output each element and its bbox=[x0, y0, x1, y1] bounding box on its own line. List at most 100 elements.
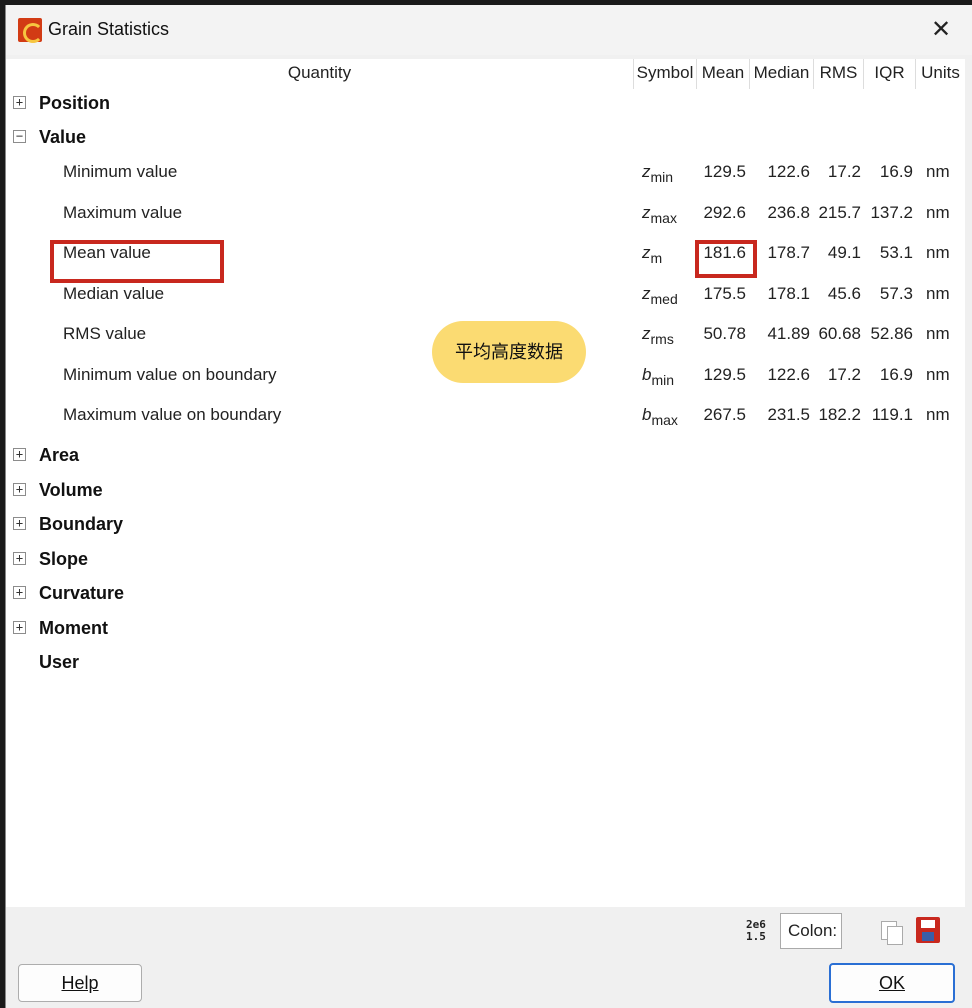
tree-group-label: User bbox=[39, 652, 80, 672]
tree-group-user[interactable]: User bbox=[6, 647, 965, 677]
rms-value: 17.2 bbox=[827, 162, 861, 181]
column-header-iqr[interactable]: IQR bbox=[864, 59, 916, 89]
quantity-name: Minimum value bbox=[63, 162, 178, 181]
statistics-tree[interactable]: Quantity Symbol Mean Median RMS IQR Unit… bbox=[6, 59, 965, 907]
tree-group-curvature[interactable]: + Curvature bbox=[6, 578, 965, 608]
tree-group-position[interactable]: + Position bbox=[6, 88, 965, 118]
rms-value: 215.7 bbox=[818, 203, 861, 222]
table-row[interactable]: RMS value zrms 50.78 41.89 60.68 52.86 nm bbox=[6, 322, 965, 356]
tree-group-volume[interactable]: + Volume bbox=[6, 475, 965, 505]
table-row[interactable]: Maximum value on boundary bmax 267.5 231.5 1… bbox=[6, 403, 965, 437]
iqr-value: 53.1 bbox=[879, 243, 913, 262]
column-header-quantity[interactable]: Quantity bbox=[6, 59, 634, 89]
tree-group-label: Position bbox=[39, 93, 110, 113]
save-icon[interactable] bbox=[916, 917, 940, 943]
rms-value: 182.2 bbox=[818, 405, 861, 424]
rms-value: 17.2 bbox=[827, 365, 861, 384]
median-value: 41.89 bbox=[767, 324, 810, 343]
column-header-units[interactable]: Units bbox=[916, 59, 965, 89]
expand-icon[interactable]: + bbox=[13, 552, 26, 565]
table-row[interactable]: Median value zmed 175.5 178.1 45.6 57.3 nm bbox=[6, 282, 965, 316]
tree-group-boundary[interactable]: + Boundary bbox=[6, 509, 965, 539]
tree-group-area[interactable]: + Area bbox=[6, 440, 965, 470]
units-value: nm bbox=[926, 284, 950, 303]
expand-icon[interactable]: + bbox=[13, 621, 26, 634]
window-title: Grain Statistics bbox=[48, 19, 170, 39]
units-value: nm bbox=[926, 324, 950, 343]
rms-value: 45.6 bbox=[827, 284, 861, 303]
symbol-subscript: min bbox=[650, 169, 674, 185]
table-row[interactable]: Minimum value zmin 129.5 122.6 17.2 16.9 nm bbox=[6, 160, 965, 194]
grain-statistics-dialog: Grain Statistics ✕ Quantity Symbol Mean … bbox=[5, 5, 972, 1008]
help-button[interactable]: Help bbox=[18, 964, 142, 1002]
expand-icon[interactable]: + bbox=[13, 586, 26, 599]
symbol: zm bbox=[642, 243, 663, 266]
symbol: zmax bbox=[642, 203, 677, 226]
highlight-box-mean-number bbox=[695, 240, 757, 278]
symbol-base: z bbox=[642, 284, 651, 303]
symbol-base: z bbox=[642, 162, 651, 181]
units-value: nm bbox=[926, 203, 950, 222]
tree-group-label: Value bbox=[39, 127, 87, 147]
tree-group-label: Volume bbox=[39, 480, 103, 500]
symbol-base: z bbox=[642, 243, 651, 262]
column-header-symbol[interactable]: Symbol bbox=[634, 59, 697, 89]
symbol-subscript: max bbox=[651, 412, 678, 428]
symbol: bmin bbox=[642, 365, 675, 388]
quantity-name: Median value bbox=[63, 284, 165, 303]
column-header-median[interactable]: Median bbox=[750, 59, 814, 89]
rms-value: 60.68 bbox=[818, 324, 861, 343]
quantity-name: Minimum value on boundary bbox=[63, 365, 277, 384]
table-row[interactable]: Minimum value on boundary bmin 129.5 122.6 1… bbox=[6, 363, 965, 397]
units-value: nm bbox=[926, 365, 950, 384]
expand-icon[interactable]: + bbox=[13, 448, 26, 461]
app-icon bbox=[18, 18, 43, 43]
tree-group-label: Moment bbox=[39, 618, 108, 638]
tree-group-moment[interactable]: + Moment bbox=[6, 613, 965, 643]
expand-icon[interactable]: + bbox=[13, 517, 26, 530]
tree-group-label: Area bbox=[39, 445, 80, 465]
copy-icon[interactable] bbox=[879, 919, 903, 945]
help-button-label: Help bbox=[61, 973, 99, 993]
symbol-base: z bbox=[642, 203, 651, 222]
number-format-icon-line: 1.5 bbox=[746, 930, 766, 943]
tree-group-slope[interactable]: + Slope bbox=[6, 544, 965, 574]
units-value: nm bbox=[926, 405, 950, 424]
collapse-icon[interactable]: − bbox=[13, 130, 26, 143]
ok-button[interactable]: OK bbox=[829, 963, 955, 1003]
median-value: 178.1 bbox=[767, 284, 810, 303]
close-icon[interactable]: ✕ bbox=[926, 15, 956, 45]
symbol-subscript: min bbox=[651, 372, 675, 388]
ok-button-label: OK bbox=[878, 973, 905, 993]
separator-field[interactable]: Colon: bbox=[780, 913, 842, 949]
symbol: zrms bbox=[642, 324, 674, 347]
units-value: nm bbox=[926, 243, 950, 262]
tree-group-value[interactable]: − Value bbox=[6, 122, 965, 152]
median-value: 122.6 bbox=[767, 162, 810, 181]
expand-icon[interactable]: + bbox=[13, 483, 26, 496]
column-header-mean[interactable]: Mean bbox=[697, 59, 750, 89]
number-format-icon[interactable]: 2e6 1.5 bbox=[746, 919, 774, 945]
title-bar: Grain Statistics ✕ bbox=[6, 5, 972, 55]
symbol-subscript: m bbox=[650, 250, 663, 266]
rms-value: 49.1 bbox=[827, 243, 861, 262]
mean-value: 129.5 bbox=[703, 365, 746, 384]
column-header-rms[interactable]: RMS bbox=[814, 59, 864, 89]
symbol: bmax bbox=[642, 405, 678, 428]
median-value: 231.5 bbox=[767, 405, 810, 424]
mean-value: 267.5 bbox=[703, 405, 746, 424]
iqr-value: 137.2 bbox=[870, 203, 913, 222]
mean-value: 129.5 bbox=[703, 162, 746, 181]
iqr-value: 119.1 bbox=[871, 405, 913, 424]
tree-group-label: Slope bbox=[39, 549, 89, 569]
expand-icon[interactable]: + bbox=[13, 96, 26, 109]
mean-value: 292.6 bbox=[703, 203, 746, 222]
table-row[interactable]: Maximum value zmax 292.6 236.8 215.7 137.2 nm bbox=[6, 201, 965, 235]
quantity-name: RMS value bbox=[63, 324, 147, 343]
mean-value: 175.5 bbox=[703, 284, 746, 303]
median-value: 178.7 bbox=[767, 243, 810, 262]
mean-value: 50.78 bbox=[703, 324, 746, 343]
symbol-base: z bbox=[642, 324, 651, 343]
median-value: 122.6 bbox=[767, 365, 810, 384]
units-value: nm bbox=[926, 162, 950, 181]
